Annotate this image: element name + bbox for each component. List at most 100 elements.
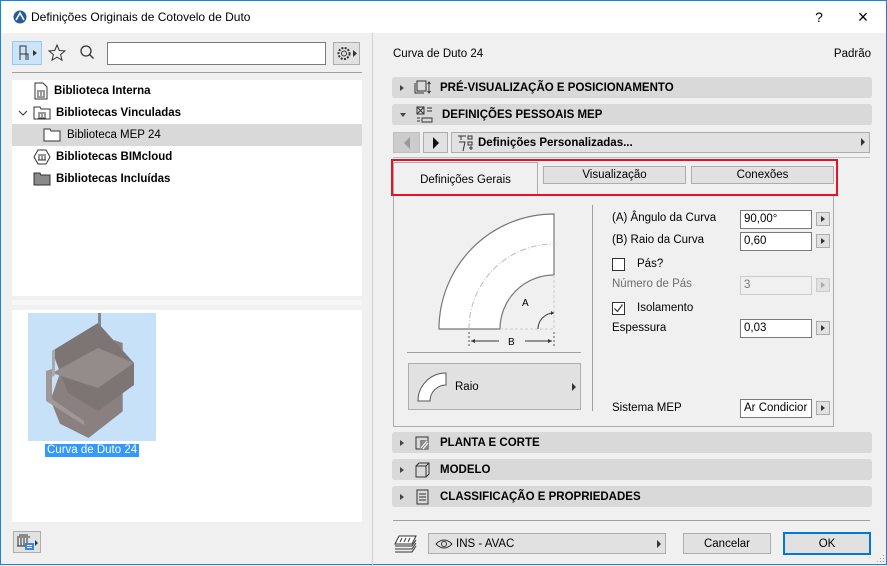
chair-icon bbox=[19, 45, 37, 60]
preset-name: Padrão bbox=[833, 48, 871, 60]
insulation-checkbox[interactable] bbox=[612, 302, 625, 315]
expand-arrow-icon bbox=[400, 439, 404, 446]
tree-item-bibliotecas-bimcloud[interactable]: Bibliotecas BIMcloud bbox=[12, 146, 362, 168]
angle-options-button[interactable] bbox=[816, 212, 830, 226]
menu-arrow-icon bbox=[572, 383, 576, 391]
layer-dropdown[interactable]: INS - AVAC bbox=[428, 533, 666, 554]
shape-type-label: Raio bbox=[455, 380, 479, 393]
search-icon[interactable] bbox=[78, 44, 96, 62]
expand-arrow-icon bbox=[400, 84, 404, 91]
thickness-options-button[interactable] bbox=[816, 321, 830, 335]
chevron-down-icon[interactable] bbox=[18, 108, 28, 118]
custom-settings-dropdown[interactable]: Definições Personalizadas... bbox=[451, 132, 870, 153]
section-model[interactable]: MODELO bbox=[392, 459, 872, 480]
filled-folder-icon bbox=[33, 172, 51, 186]
section-mep-custom-settings[interactable]: DEFINIÇÕES PESSOAIS MEP bbox=[392, 104, 872, 125]
dropdown-arrow-icon bbox=[657, 540, 661, 548]
linked-library-folder-icon bbox=[33, 106, 51, 120]
tree-item-label: Biblioteca Interna bbox=[54, 85, 151, 97]
custom-settings-label: Definições Personalizadas... bbox=[478, 136, 633, 149]
pane-divider[interactable] bbox=[372, 33, 373, 566]
mep-system-input[interactable]: Ar Condicior bbox=[740, 399, 812, 418]
dialog-window: Definições Originais de Cotovelo de Duto… bbox=[0, 0, 887, 566]
object-name: Curva de Duto 24 bbox=[393, 48, 484, 60]
close-button[interactable]: × bbox=[841, 1, 885, 33]
angle-input[interactable]: 90,00° bbox=[740, 210, 812, 229]
next-page-button[interactable] bbox=[423, 132, 448, 153]
vanes-checkbox[interactable] bbox=[612, 258, 625, 271]
layers-icon bbox=[394, 535, 417, 553]
divider bbox=[393, 157, 870, 158]
tree-item-label: Bibliotecas Incluídas bbox=[56, 173, 171, 185]
properties-list-icon bbox=[416, 489, 429, 504]
vane-count-options-button[interactable] bbox=[816, 278, 830, 292]
panel-splitter[interactable] bbox=[12, 300, 362, 305]
radius-input[interactable]: 0,60 bbox=[740, 232, 812, 251]
angle-label: (A) Ângulo da Curva bbox=[612, 212, 717, 224]
vane-count-input[interactable]: 3 bbox=[740, 276, 812, 295]
duct-elbow-thumbnail-image bbox=[46, 311, 134, 438]
section-title: PRÉ-VISUALIZAÇÃO E POSICIONAMENTO bbox=[440, 81, 674, 94]
library-manager-icon bbox=[17, 534, 38, 550]
preview-thumbnail[interactable] bbox=[28, 311, 156, 441]
section-title: MODELO bbox=[440, 463, 491, 476]
resize-grip-icon[interactable] bbox=[875, 553, 885, 563]
title-bar: Definições Originais de Cotovelo de Duto… bbox=[1, 1, 886, 33]
vanes-label: Pás? bbox=[637, 258, 664, 270]
checkmark-icon bbox=[614, 304, 623, 313]
archicad-app-icon bbox=[13, 10, 27, 24]
library-options-button[interactable] bbox=[333, 42, 360, 65]
plan-section-icon bbox=[415, 436, 429, 449]
section-title: PLANTA E CORTE bbox=[440, 436, 540, 449]
dimension-b-label: B bbox=[508, 337, 515, 346]
thickness-input[interactable]: 0,03 bbox=[740, 319, 812, 338]
bimcloud-library-icon bbox=[33, 149, 51, 165]
divider bbox=[393, 520, 870, 521]
tree-item-bibliotecas-vinculadas[interactable]: Bibliotecas Vinculadas bbox=[12, 102, 362, 124]
tree-item-bibliotecas-incluidas[interactable]: Bibliotecas Incluídas bbox=[12, 168, 362, 190]
help-button[interactable]: ? bbox=[797, 1, 841, 33]
section-title: DEFINIÇÕES PESSOAIS MEP bbox=[442, 108, 603, 121]
toolbar-divider bbox=[12, 72, 362, 73]
elbow-diagram: B A bbox=[438, 213, 555, 346]
favorites-star-icon[interactable] bbox=[47, 43, 67, 63]
section-classification-properties[interactable]: CLASSIFICAÇÃO E PROPRIEDADES bbox=[392, 486, 872, 507]
previous-page-button[interactable] bbox=[393, 132, 420, 153]
cancel-button[interactable]: Cancelar bbox=[683, 533, 771, 554]
radius-label: (B) Raio da Curva bbox=[612, 234, 705, 246]
library-document-icon bbox=[34, 82, 48, 100]
custom-settings-icon bbox=[458, 135, 473, 151]
object-type-button[interactable] bbox=[12, 41, 42, 65]
tree-item-label: Bibliotecas BIMcloud bbox=[56, 151, 173, 163]
shape-type-button[interactable]: Raio bbox=[408, 363, 581, 410]
triangle-right-icon bbox=[432, 136, 439, 149]
thickness-label: Espessura bbox=[612, 322, 667, 334]
folder-icon bbox=[43, 128, 61, 142]
tree-item-label: Bibliotecas Vinculadas bbox=[56, 107, 182, 119]
library-manager-button[interactable] bbox=[13, 531, 41, 553]
collapse-arrow-icon bbox=[400, 112, 406, 117]
section-preview-positioning[interactable]: PRÉ-VISUALIZAÇÃO E POSICIONAMENTO bbox=[392, 77, 872, 98]
highlight-box bbox=[391, 159, 838, 196]
vane-count-label: Número de Pás bbox=[612, 278, 692, 290]
tree-item-biblioteca-mep-24[interactable]: Biblioteca MEP 24 bbox=[12, 124, 362, 146]
preview-item-label[interactable]: Curva de Duto 24 bbox=[45, 444, 140, 457]
mep-system-label: Sistema MEP bbox=[612, 402, 682, 414]
ok-button[interactable]: OK bbox=[783, 532, 871, 555]
triangle-left-icon bbox=[403, 136, 410, 149]
eye-icon bbox=[435, 539, 453, 548]
layer-label: INS - AVAC bbox=[456, 537, 515, 550]
dimension-a-label: A bbox=[522, 298, 529, 309]
cube-icon bbox=[415, 462, 430, 477]
insulation-label: Isolamento bbox=[637, 302, 694, 314]
radius-options-button[interactable] bbox=[816, 234, 830, 248]
radius-elbow-icon bbox=[417, 371, 447, 401]
expand-arrow-icon bbox=[400, 466, 404, 473]
tree-item-label: Biblioteca MEP 24 bbox=[67, 129, 161, 141]
mep-system-options-button[interactable] bbox=[816, 401, 830, 415]
library-search-input[interactable] bbox=[107, 42, 326, 65]
section-title: CLASSIFICAÇÃO E PROPRIEDADES bbox=[440, 490, 641, 503]
tree-item-biblioteca-interna[interactable]: Biblioteca Interna bbox=[12, 80, 362, 102]
window-title: Definições Originais de Cotovelo de Duto bbox=[31, 10, 251, 24]
section-plan-section[interactable]: PLANTA E CORTE bbox=[392, 432, 872, 453]
